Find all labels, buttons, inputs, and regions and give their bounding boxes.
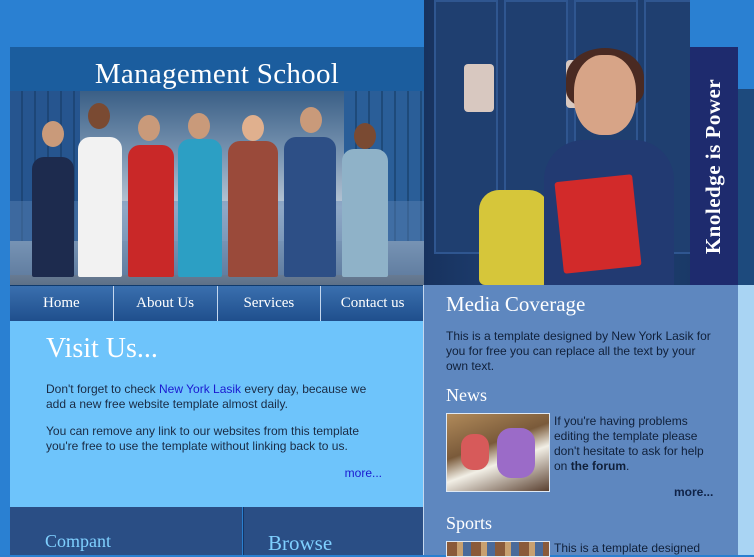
student-head <box>188 113 210 139</box>
media-coverage-text: This is a template designed by New York … <box>446 329 711 373</box>
student-figure <box>78 137 122 277</box>
sidebar: Media Coverage This is a template design… <box>423 285 739 557</box>
student-head <box>88 103 110 129</box>
student-locker-photo <box>424 0 690 285</box>
site-title: Management School <box>94 58 340 90</box>
left-band <box>0 47 10 555</box>
student-head <box>242 115 264 141</box>
slogan-text: Knoledge is Power <box>701 78 726 254</box>
student-figure <box>128 145 174 277</box>
company-heading: Compant <box>45 531 111 551</box>
news-more-link[interactable]: more... <box>674 485 713 499</box>
media-coverage-heading: Media Coverage <box>446 292 586 316</box>
visit-paragraph-2: You can remove any link to our websites … <box>46 424 360 453</box>
site-title-bar: Management School <box>10 47 424 91</box>
visit-text-before: Don't forget to check <box>46 382 160 396</box>
student-face <box>574 55 636 135</box>
nav-about-us[interactable]: About Us <box>114 286 218 321</box>
slogan-banner: Knoledge is Power <box>690 47 738 285</box>
backpack <box>479 190 549 285</box>
news-text-after: . <box>626 459 630 473</box>
right-strip <box>738 285 754 555</box>
student-figure <box>284 137 336 277</box>
right-edge <box>738 47 754 285</box>
nav-home[interactable]: Home <box>10 286 114 321</box>
nav-services[interactable]: Services <box>218 286 322 321</box>
new-york-lasik-link[interactable]: New York Lasik <box>159 382 241 396</box>
sports-heading: Sports <box>446 513 493 533</box>
student-head <box>300 107 322 133</box>
student-figure <box>32 157 74 277</box>
student-head <box>42 121 64 147</box>
locker-lock <box>464 64 494 112</box>
news-text: If you're having problems editing the te… <box>554 414 716 474</box>
visit-section: Visit Us... Don't forget to check New Yo… <box>10 321 423 507</box>
student-figure <box>228 141 278 277</box>
student-head <box>138 115 160 141</box>
news-heading: News <box>446 385 487 405</box>
main-nav: Home About Us Services Contact us <box>10 285 424 322</box>
visit-more-link[interactable]: more... <box>345 466 382 480</box>
thumbnail-figure <box>461 434 489 470</box>
thumbnail-figure <box>497 428 535 478</box>
browse-heading: Browse <box>268 531 333 555</box>
student-figure <box>342 149 388 277</box>
right-edge-photo-strip <box>738 89 754 285</box>
visit-paragraph-1: Don't forget to check New York Lasik eve… <box>46 382 386 412</box>
nav-contact-us[interactable]: Contact us <box>321 286 424 321</box>
visit-heading: Visit Us... <box>46 333 158 364</box>
sports-text: This is a template designed <box>554 541 701 555</box>
red-book <box>554 174 642 274</box>
news-thumbnail <box>446 413 550 492</box>
company-section: Compant <box>10 507 242 555</box>
students-group-photo <box>10 91 424 285</box>
forum-link[interactable]: the forum <box>571 459 626 473</box>
browse-section: Browse <box>243 507 424 555</box>
student-head <box>354 123 376 149</box>
student-figure <box>178 139 222 277</box>
